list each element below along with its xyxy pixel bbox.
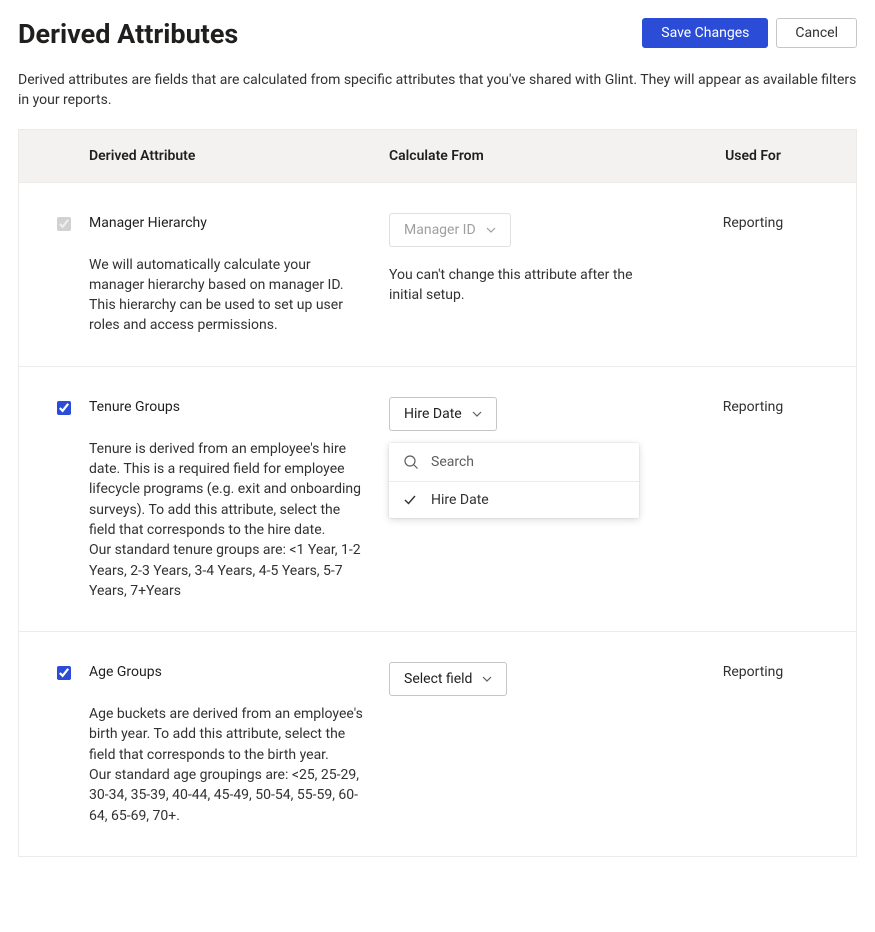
manager-helper-text: You can't change this attribute after th…: [389, 265, 650, 306]
tenure-used-for: Reporting: [674, 399, 832, 415]
page-title: Derived Attributes: [18, 18, 238, 50]
manager-calc-select-label: Manager ID: [404, 222, 476, 238]
table-row-tenure: Tenure Groups Tenure is derived from an …: [19, 367, 856, 632]
dropdown-search-row: [389, 443, 639, 482]
age-used-for: Reporting: [674, 664, 832, 680]
manager-description: We will automatically calculate your man…: [89, 255, 365, 336]
chevron-down-icon: [486, 227, 496, 233]
check-icon: [403, 493, 419, 507]
tenure-dropdown: Hire Date: [389, 443, 639, 518]
column-header-attribute: Derived Attribute: [89, 148, 389, 164]
tenure-calc-select[interactable]: Hire Date: [389, 397, 497, 431]
header-actions: Save Changes Cancel: [642, 18, 857, 48]
table-row-manager: Manager Hierarchy We will automatically …: [19, 183, 856, 367]
derived-attributes-table: Derived Attribute Calculate From Used Fo…: [18, 129, 857, 857]
age-checkbox[interactable]: [57, 666, 71, 680]
save-changes-button[interactable]: Save Changes: [642, 18, 768, 48]
tenure-title: Tenure Groups: [89, 399, 365, 415]
column-header-used-for: Used For: [674, 148, 856, 164]
chevron-down-icon: [482, 676, 492, 682]
table-header-row: Derived Attribute Calculate From Used Fo…: [19, 130, 856, 183]
manager-title: Manager Hierarchy: [89, 215, 365, 231]
cancel-button[interactable]: Cancel: [776, 18, 857, 48]
column-header-calculate-from: Calculate From: [389, 148, 674, 164]
chevron-down-icon: [472, 411, 482, 417]
manager-checkbox: [57, 217, 71, 231]
age-title: Age Groups: [89, 664, 365, 680]
table-row-age: Age Groups Age buckets are derived from …: [19, 632, 856, 856]
dropdown-search-input[interactable]: [429, 453, 625, 471]
search-icon: [403, 454, 419, 470]
tenure-calc-select-label: Hire Date: [404, 406, 462, 422]
age-calc-select[interactable]: Select field: [389, 662, 507, 696]
tenure-checkbox[interactable]: [57, 401, 71, 415]
dropdown-option-hire-date[interactable]: Hire Date: [389, 482, 639, 518]
dropdown-option-label: Hire Date: [431, 492, 489, 508]
age-description: Age buckets are derived from an employee…: [89, 704, 365, 826]
tenure-description: Tenure is derived from an employee's hir…: [89, 439, 365, 601]
page-subtitle: Derived attributes are fields that are c…: [18, 70, 857, 111]
manager-calc-select: Manager ID: [389, 213, 511, 247]
page-header: Derived Attributes Save Changes Cancel: [18, 18, 857, 56]
age-calc-select-label: Select field: [404, 671, 472, 687]
manager-used-for: Reporting: [674, 215, 832, 231]
